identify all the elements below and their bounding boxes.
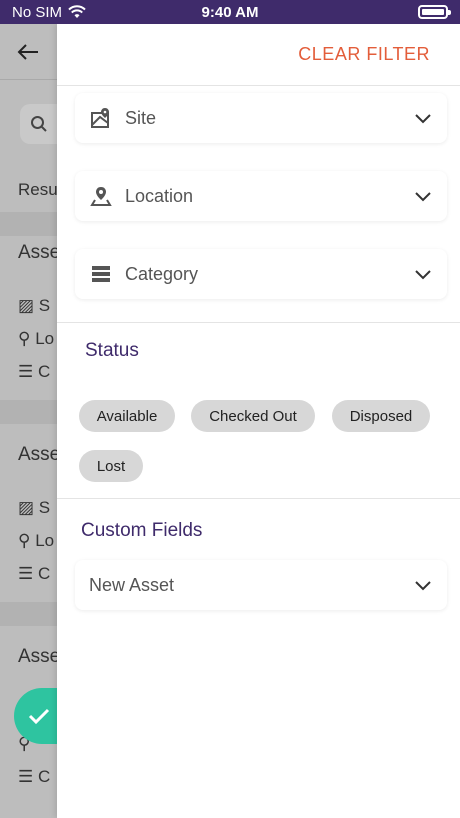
clock: 9:40 AM — [201, 3, 259, 21]
carrier-label: No SIM — [12, 3, 63, 21]
custom-fields-title: Custom Fields — [81, 520, 203, 541]
bg-row-location: ⚲ Lo — [18, 329, 55, 348]
custom-field-value: New Asset — [89, 574, 175, 595]
site-select[interactable]: Site — [75, 93, 447, 143]
status-title: Status — [85, 340, 139, 361]
back-arrow-icon[interactable] — [16, 42, 40, 62]
bg-row-category: ☰ C — [18, 362, 51, 381]
results-label: Resu — [18, 180, 58, 199]
divider — [57, 322, 460, 323]
background-separator — [0, 602, 60, 626]
status-chip-lost[interactable]: Lost — [79, 450, 143, 482]
chevron-down-icon — [415, 270, 431, 280]
status-bar: No SIM 9:40 AM — [0, 0, 460, 24]
bg-row-category: ☰ C — [18, 564, 51, 583]
category-label: Category — [125, 263, 199, 284]
status-chip-disposed[interactable]: Disposed — [332, 400, 430, 432]
battery-icon — [418, 5, 451, 19]
location-label: Location — [125, 185, 194, 206]
drawer-header: CLEAR FILTER — [57, 24, 460, 86]
category-select[interactable]: Category — [75, 249, 447, 299]
background-separator — [0, 212, 60, 236]
asset-title-3: Asse — [18, 646, 61, 667]
site-map-icon — [89, 106, 113, 130]
asset-title-1: Asse — [18, 242, 61, 263]
bg-row-category: ☰ C — [18, 767, 51, 786]
search-icon — [31, 116, 47, 132]
bg-row-site: ▨ S — [18, 498, 51, 517]
custom-field-select[interactable]: New Asset — [75, 560, 447, 610]
wifi-icon — [68, 5, 86, 18]
status-left: No SIM — [12, 4, 86, 21]
chevron-down-icon — [415, 581, 431, 591]
filter-drawer: CLEAR FILTER Site Location Category Stat… — [57, 24, 460, 818]
bg-row-location: ⚲ Lo — [18, 531, 55, 550]
site-label: Site — [125, 107, 157, 128]
location-select[interactable]: Location — [75, 171, 447, 221]
asset-title-2: Asse — [18, 444, 61, 465]
status-chip-available[interactable]: Available — [79, 400, 175, 432]
location-pin-icon — [89, 184, 113, 208]
status-chip-checked-out[interactable]: Checked Out — [191, 400, 315, 432]
chevron-down-icon — [415, 192, 431, 202]
clear-filter-button[interactable]: CLEAR FILTER — [292, 43, 436, 66]
check-icon — [28, 708, 50, 725]
bg-row-site: ▨ S — [18, 296, 51, 315]
chevron-down-icon — [415, 114, 431, 124]
category-stack-icon — [89, 262, 113, 286]
divider — [57, 498, 460, 499]
background-separator — [0, 400, 60, 424]
